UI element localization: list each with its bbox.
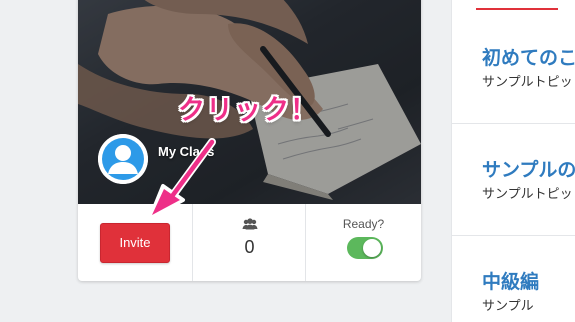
active-tab-indicator: [476, 8, 558, 10]
topic-subtitle: サンプルトピッ: [482, 74, 573, 89]
ready-toggle[interactable]: [347, 237, 383, 259]
topic-item[interactable]: 初めてのこ サンプルトピッ: [452, 43, 575, 123]
class-name: My Class: [158, 144, 215, 159]
class-card: My Class Invite 0 Ready?: [78, 0, 421, 281]
topic-item[interactable]: 中級編 サンプル: [452, 267, 575, 322]
screen: My Class Invite 0 Ready? 初めてのこ サンプルトピッ サ…: [0, 0, 575, 322]
user-avatar-icon: [98, 134, 148, 184]
users-icon: [242, 218, 258, 230]
topic-title[interactable]: 初めてのこ: [482, 43, 575, 70]
topic-title[interactable]: サンプルの: [482, 155, 575, 182]
annotation-label: クリック！: [178, 95, 318, 125]
class-avatar: [98, 134, 148, 184]
member-count: 0: [244, 237, 255, 257]
class-card-footer: Invite 0 Ready?: [78, 204, 421, 281]
topic-divider: [452, 123, 575, 124]
topic-sidebar: 初めてのこ サンプルトピッ サンプルの サンプルトピッ 中級編 サンプル: [451, 0, 575, 322]
topic-title[interactable]: 中級編: [482, 267, 539, 294]
ready-cell: Ready?: [306, 204, 421, 281]
toggle-knob: [363, 239, 381, 257]
members-cell: 0: [193, 204, 306, 281]
ready-label: Ready?: [342, 217, 385, 231]
topic-item[interactable]: サンプルの サンプルトピッ: [452, 155, 575, 235]
topic-subtitle: サンプル: [482, 298, 534, 313]
invite-cell: Invite: [78, 204, 193, 281]
topic-subtitle: サンプルトピッ: [482, 186, 573, 201]
topic-divider: [452, 235, 575, 236]
invite-button[interactable]: Invite: [100, 223, 170, 263]
